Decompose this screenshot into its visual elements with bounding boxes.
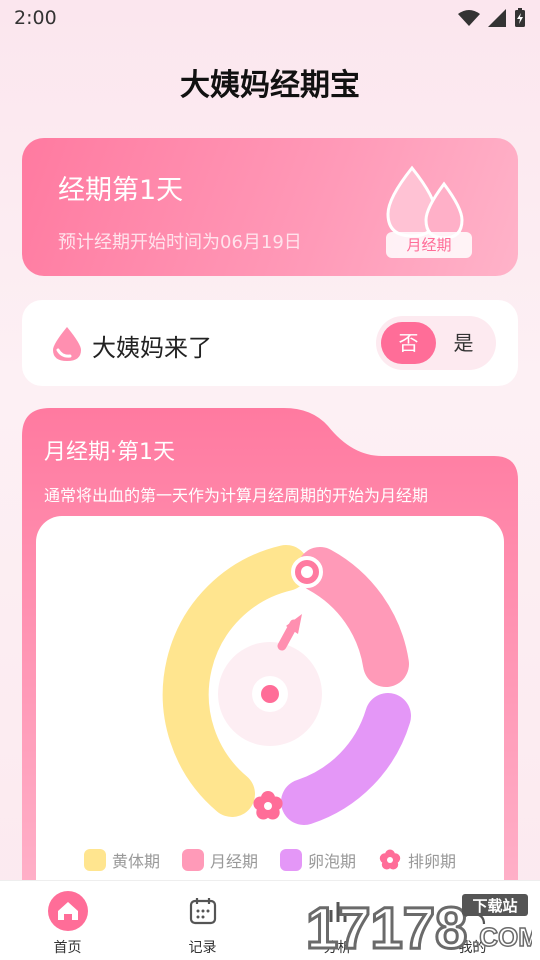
nav-tab-analysis[interactable]: 分析 bbox=[270, 881, 405, 960]
cycle-wheel bbox=[162, 545, 411, 825]
chart-icon bbox=[318, 891, 358, 931]
nav-label-profile: 我的 bbox=[458, 940, 487, 956]
period-prediction-text: 预计经期开始时间为06月19日 bbox=[58, 232, 302, 253]
legend-item-follicular: 卵泡期 bbox=[280, 848, 356, 872]
nav-tab-records[interactable]: 记录 bbox=[135, 881, 270, 960]
drops-illustration: 月经期 bbox=[378, 162, 478, 262]
battery-icon bbox=[515, 8, 525, 27]
menstrual-arc bbox=[297, 547, 409, 687]
cycle-phase-heading: 月经期·第1天 bbox=[44, 440, 175, 465]
wifi-icon bbox=[458, 10, 480, 26]
legend-item-ovulation: 排卵期 bbox=[378, 848, 456, 872]
period-phase-tag: 月经期 bbox=[386, 232, 472, 258]
cycle-legend: 黄体期 月经期 卵泡期 排卵期 bbox=[22, 848, 518, 872]
menstrual-swatch bbox=[181, 849, 204, 871]
period-arrived-card: 大姨妈来了 否 是 bbox=[22, 300, 518, 386]
signal-icon bbox=[488, 9, 506, 27]
nav-label-analysis: 分析 bbox=[323, 940, 352, 956]
cycle-phase-card: 月经期·第1天 通常将出血的第一天作为计算月经周期的开始为月经期 黄体期 月经期… bbox=[22, 408, 518, 888]
status-bar: 2:00 bbox=[0, 0, 540, 36]
drop-icon bbox=[53, 327, 81, 361]
status-icons bbox=[458, 8, 526, 28]
follicular-arc bbox=[281, 693, 411, 825]
status-time: 2:00 bbox=[14, 7, 57, 29]
legend-label: 卵泡期 bbox=[308, 852, 357, 871]
ovulation-flower-icon bbox=[253, 791, 283, 820]
legend-item-luteal: 黄体期 bbox=[83, 848, 160, 872]
nav-tab-home[interactable]: 首页 bbox=[0, 881, 135, 960]
nav-label-home: 首页 bbox=[53, 940, 82, 956]
legend-label: 月经期 bbox=[209, 852, 258, 871]
cycle-wheel-panel bbox=[36, 516, 504, 888]
cycle-phase-description: 通常将出血的第一天作为计算月经周期的开始为月经期 bbox=[44, 486, 429, 505]
legend-label: 排卵期 bbox=[408, 852, 457, 871]
period-day-heading: 经期第1天 bbox=[58, 175, 184, 206]
toggle-option-no[interactable]: 否 bbox=[381, 322, 436, 364]
toggle-option-yes[interactable]: 是 bbox=[436, 322, 491, 364]
flower-icon bbox=[379, 849, 401, 870]
blood-drop-icon bbox=[386, 165, 464, 240]
page-title: 大姨妈经期宝 bbox=[180, 68, 360, 103]
follicular-swatch bbox=[280, 849, 302, 871]
profile-icon bbox=[453, 891, 493, 931]
home-icon bbox=[47, 891, 88, 931]
nav-tab-profile[interactable]: 我的 bbox=[405, 881, 540, 960]
period-arrived-label: 大姨妈来了 bbox=[92, 334, 212, 362]
bottom-nav: 首页 记录 分析 我的 bbox=[0, 880, 540, 960]
legend-item-menstrual: 月经期 bbox=[181, 848, 258, 872]
nav-label-records: 记录 bbox=[188, 940, 217, 956]
period-status-card: 经期第1天 预计经期开始时间为06月19日 月经期 bbox=[22, 138, 518, 276]
legend-label: 黄体期 bbox=[111, 852, 160, 871]
luteal-swatch bbox=[83, 849, 106, 871]
period-arrived-toggle[interactable]: 否 是 bbox=[376, 316, 496, 370]
calendar-icon bbox=[183, 891, 223, 931]
